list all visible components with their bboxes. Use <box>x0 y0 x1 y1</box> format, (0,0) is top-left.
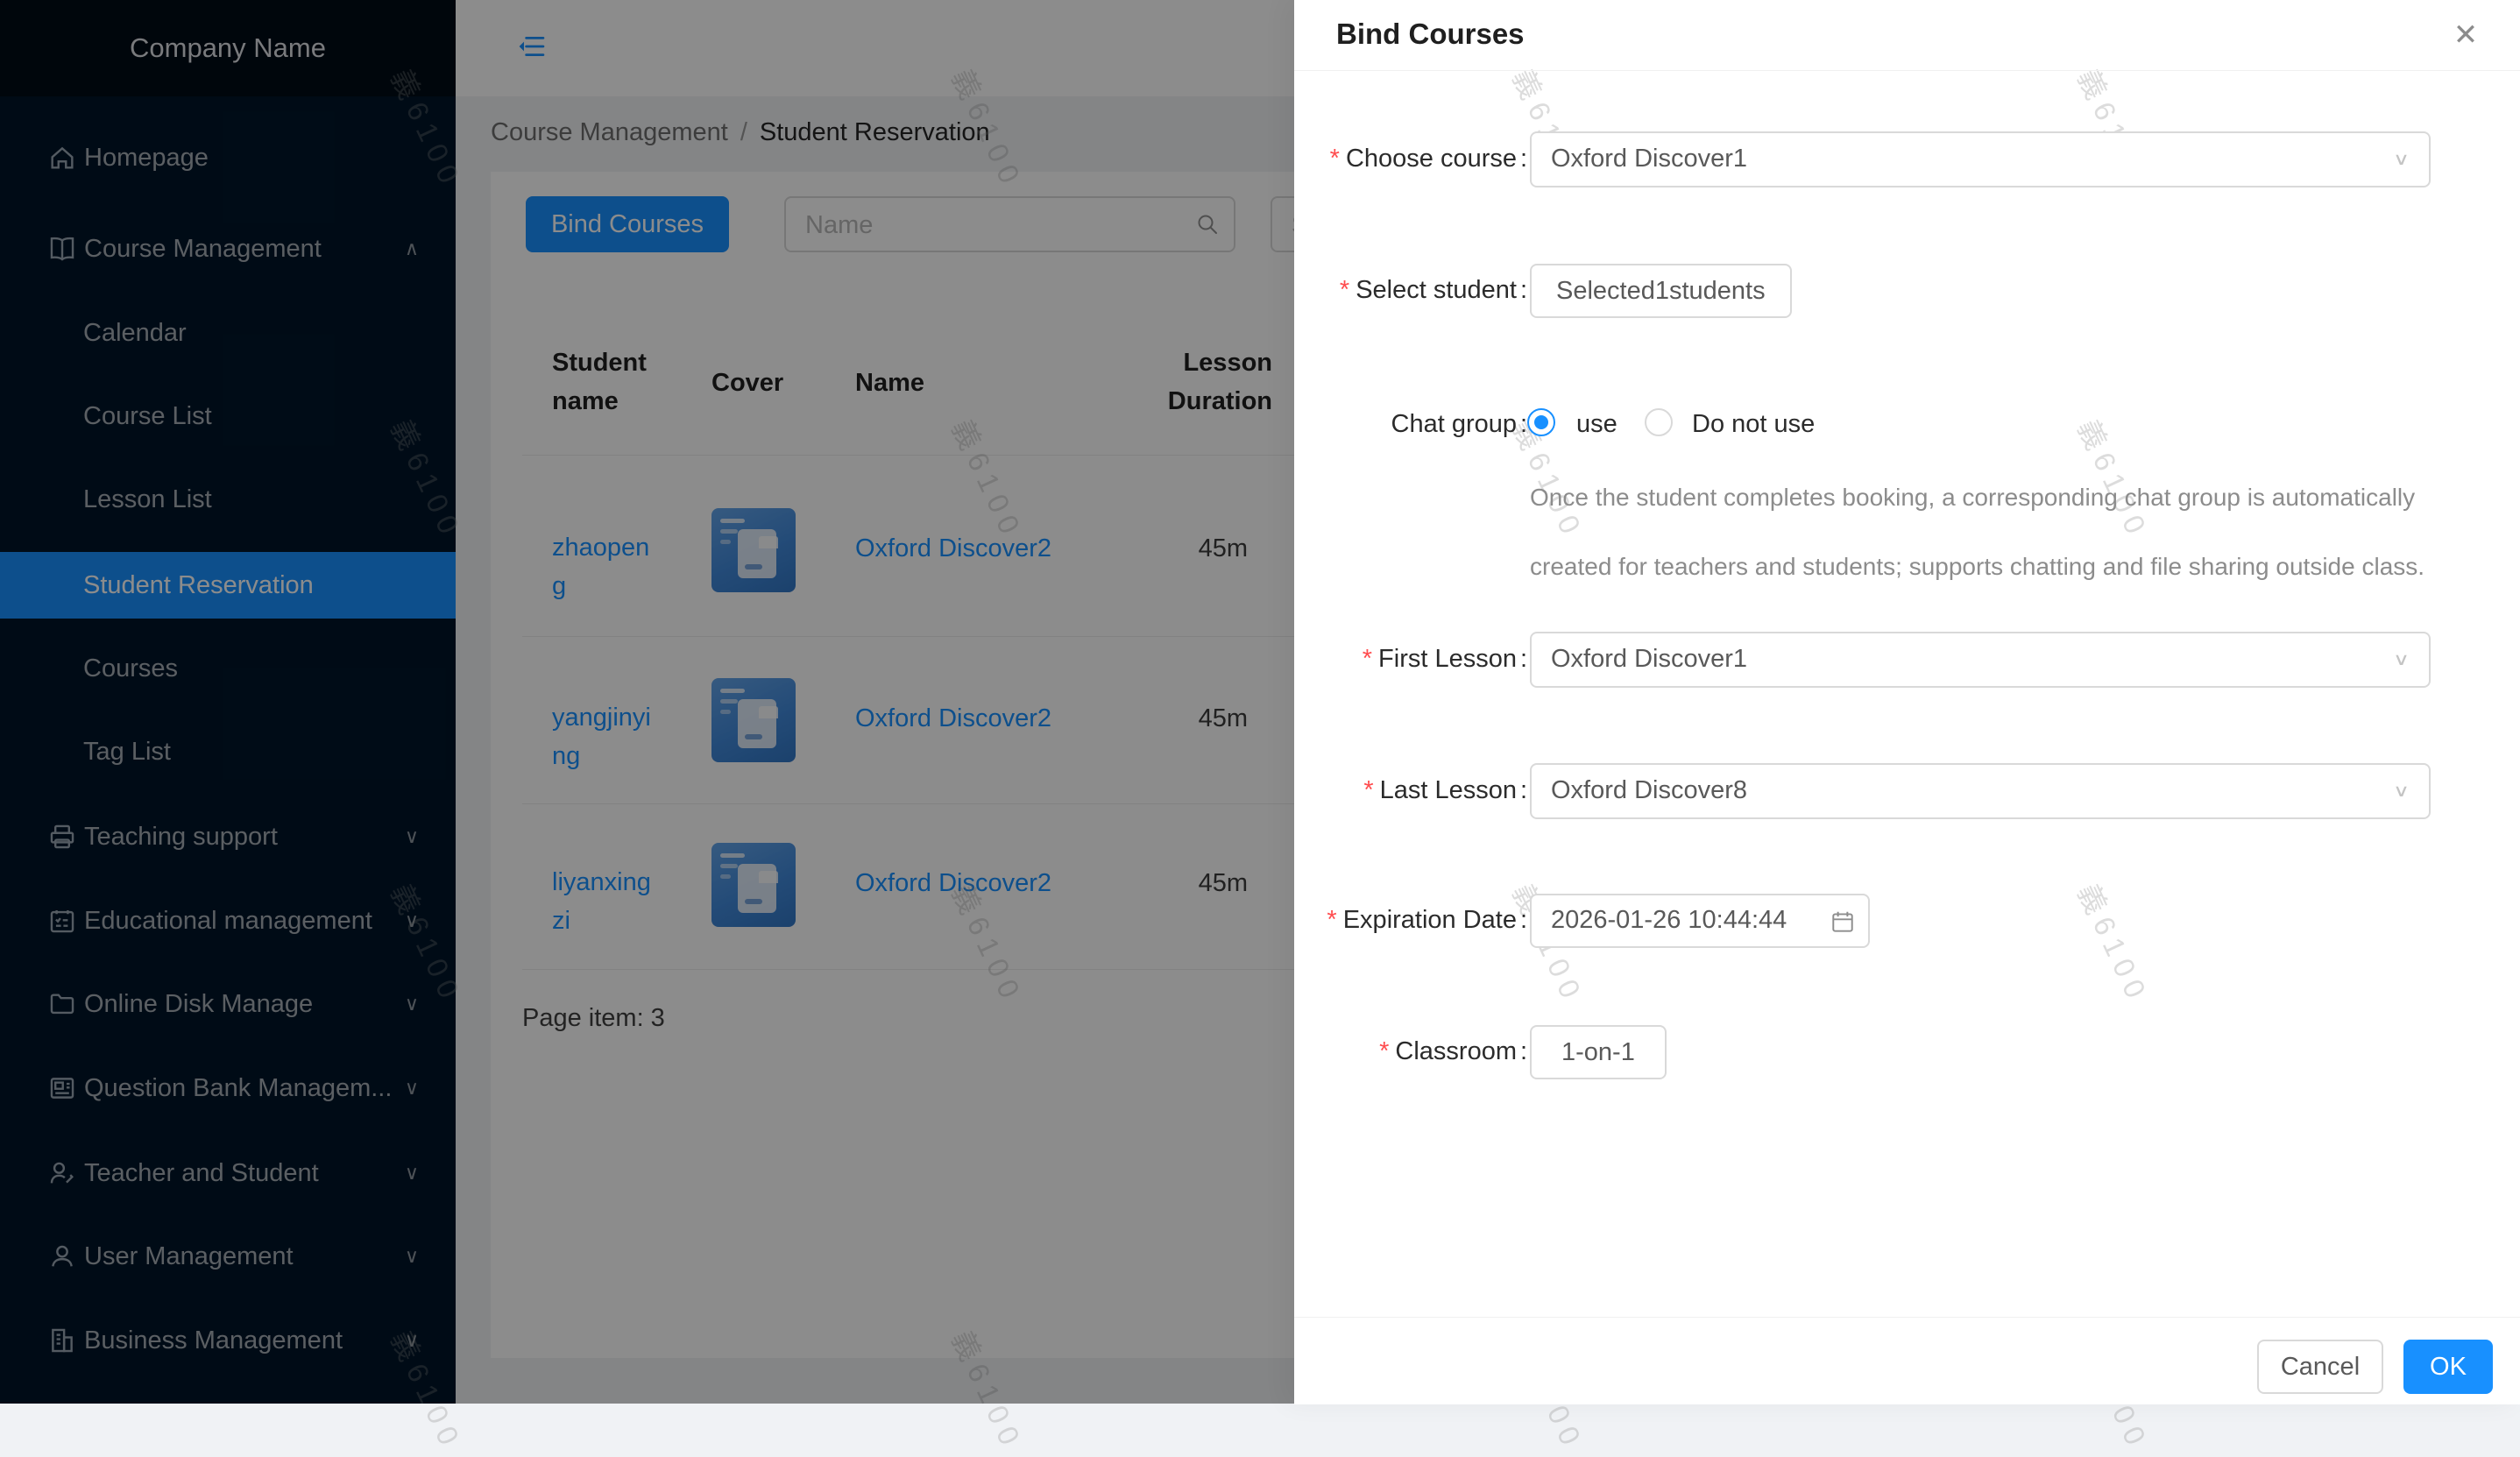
expiration-date-row: *Expiration Date : 2026-01-26 10:44:44 <box>1294 894 2520 948</box>
classroom-row: *Classroom : 1-on-1 <box>1294 1025 2520 1079</box>
expiration-date-value: 2026-01-26 10:44:44 <box>1551 906 1787 935</box>
select-student-row: *Select student : Selected1students <box>1294 264 2520 318</box>
modal-dim-overlay[interactable] <box>0 0 1294 1404</box>
chat-group-donotuse-radio[interactable] <box>1645 408 1673 436</box>
first-lesson-row: *First Lesson : Oxford Discover1 ∨ <box>1294 632 2520 688</box>
ok-button[interactable]: OK <box>2403 1340 2493 1394</box>
choose-course-value: Oxford Discover1 <box>1551 145 1747 173</box>
classroom-label: *Classroom <box>1294 1037 1517 1066</box>
chevron-down-icon: ∨ <box>2393 781 2410 801</box>
last-lesson-row: *Last Lesson : Oxford Discover8 ∨ <box>1294 763 2520 819</box>
chat-group-use-label[interactable]: use <box>1576 410 1617 439</box>
last-lesson-value: Oxford Discover8 <box>1551 776 1747 805</box>
close-icon[interactable]: ✕ <box>2446 16 2485 54</box>
chevron-down-icon: ∨ <box>2393 149 2410 169</box>
chat-group-row: Chat group : use Do not use <box>1294 408 2520 443</box>
chat-group-donotuse-label[interactable]: Do not use <box>1692 410 1815 439</box>
chat-group-use-radio[interactable] <box>1527 408 1555 436</box>
bind-courses-drawer: 義6100 義6100 義6100 義6100 義6100 義6100 義610… <box>1294 0 2520 1404</box>
chat-group-label: Chat group <box>1294 410 1517 439</box>
choose-course-label: *Choose course <box>1294 145 1517 173</box>
required-asterisk: * <box>1340 276 1349 304</box>
cancel-button[interactable]: Cancel <box>2257 1340 2383 1394</box>
expiration-date-label: *Expiration Date <box>1294 906 1517 935</box>
chat-group-description: Once the student completes booking, a co… <box>1530 463 2485 601</box>
required-asterisk: * <box>1330 145 1340 173</box>
first-lesson-select[interactable]: Oxford Discover1 ∨ <box>1530 632 2431 688</box>
label-colon: : <box>1520 776 1527 805</box>
select-student-label: *Select student <box>1294 276 1517 305</box>
first-lesson-label: *First Lesson <box>1294 645 1517 674</box>
label-colon: : <box>1520 1037 1527 1066</box>
selected-students-button[interactable]: Selected1students <box>1530 264 1792 318</box>
chevron-down-icon: ∨ <box>2393 649 2410 669</box>
drawer-footer: Cancel OK <box>1294 1317 2520 1404</box>
last-lesson-label: *Last Lesson <box>1294 776 1517 805</box>
choose-course-select[interactable]: Oxford Discover1 ∨ <box>1530 131 2431 187</box>
calendar-icon <box>1830 909 1856 935</box>
last-lesson-select[interactable]: Oxford Discover8 ∨ <box>1530 763 2431 819</box>
drawer-header: Bind Courses ✕ <box>1294 0 2520 71</box>
label-colon: : <box>1520 145 1527 173</box>
label-colon: : <box>1520 645 1527 674</box>
label-colon: : <box>1520 276 1527 305</box>
required-asterisk: * <box>1363 645 1372 673</box>
label-colon: : <box>1520 410 1527 439</box>
first-lesson-value: Oxford Discover1 <box>1551 645 1747 674</box>
choose-course-row: *Choose course : Oxford Discover1 ∨ <box>1294 131 2520 187</box>
required-asterisk: * <box>1327 906 1336 934</box>
expiration-date-picker[interactable]: 2026-01-26 10:44:44 <box>1530 894 1870 948</box>
label-colon: : <box>1520 906 1527 935</box>
required-asterisk: * <box>1363 776 1373 804</box>
required-asterisk: * <box>1379 1037 1389 1065</box>
drawer-title: Bind Courses <box>1336 18 1525 51</box>
classroom-button[interactable]: 1-on-1 <box>1530 1025 1667 1079</box>
